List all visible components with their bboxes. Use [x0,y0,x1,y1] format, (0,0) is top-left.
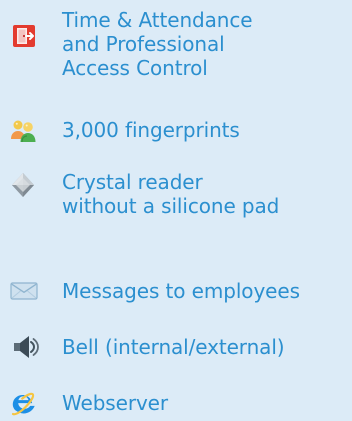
users-icon [8,115,38,145]
feature-time-attendance: Time & Attendance and Professional Acces… [0,8,352,94]
feature-text: Bell (internal/external) [62,335,350,359]
speaker-icon [10,332,40,362]
feature-webserver: Webserver [0,389,352,421]
feature-line: Time & Attendance [62,8,253,32]
feature-crystal-reader: Crystal reader without a silicone pad [0,170,352,230]
feature-text: Messages to employees [62,279,350,303]
feature-text: Webserver [62,391,350,415]
feature-line: 3,000 fingerprints [62,118,240,142]
feature-text: Crystal reader without a silicone pad [62,170,350,218]
crystal-reader-icon [8,170,38,200]
feature-messages: Messages to employees [0,276,352,306]
feature-line: Crystal reader [62,170,203,194]
feature-line: and Professional [62,32,225,56]
feature-bell: Bell (internal/external) [0,332,352,362]
feature-list: Time & Attendance and Professional Acces… [0,0,352,421]
feature-line: Webserver [62,391,169,415]
feature-text: Time & Attendance and Professional Acces… [62,8,350,80]
door-exit-icon [12,24,36,48]
feature-fingerprints: 3,000 fingerprints [0,113,352,153]
feature-line: without a silicone pad [62,194,280,218]
internet-explorer-icon [8,389,38,419]
feature-line: Bell (internal/external) [62,335,285,359]
envelope-icon [9,276,39,306]
feature-line: Messages to employees [62,279,300,303]
feature-text: 3,000 fingerprints [62,118,350,142]
feature-line: Access Control [62,56,208,80]
